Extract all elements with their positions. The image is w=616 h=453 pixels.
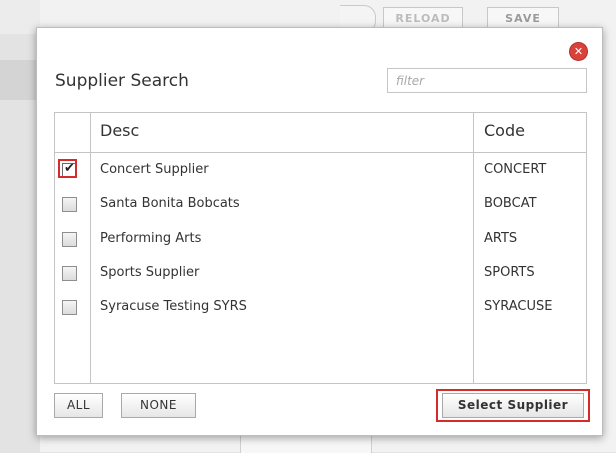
cell-code: BOBCAT (484, 196, 537, 211)
column-header-desc[interactable]: Desc (100, 121, 139, 140)
row-checkbox[interactable] (62, 300, 77, 315)
select-none-button[interactable]: NONE (121, 393, 196, 418)
table-row[interactable]: Syracuse Testing SYRS SYRACUSE (55, 290, 586, 325)
close-icon[interactable]: ✕ (570, 43, 587, 60)
column-header-code[interactable]: Code (484, 121, 525, 140)
table-row[interactable]: Performing Arts ARTS (55, 222, 586, 257)
cell-desc: Concert Supplier (100, 162, 209, 177)
checkbox-highlight (58, 159, 77, 178)
supplier-table: Desc Code ✔ Concert Supplier CONCERT San… (54, 112, 587, 384)
row-checkbox[interactable] (62, 232, 77, 247)
cell-code: ARTS (484, 231, 518, 246)
row-checkbox[interactable] (62, 266, 77, 281)
cell-desc: Performing Arts (100, 231, 202, 246)
cell-desc: Santa Bonita Bobcats (100, 196, 240, 211)
cell-desc: Sports Supplier (100, 265, 200, 280)
cell-code: SYRACUSE (484, 299, 553, 314)
filter-input[interactable] (387, 68, 587, 93)
cell-desc: Syracuse Testing SYRS (100, 299, 247, 314)
background-tab (0, 60, 40, 100)
select-supplier-button[interactable]: Select Supplier (442, 393, 584, 418)
table-row[interactable]: Sports Supplier SPORTS (55, 256, 586, 291)
table-row[interactable]: Santa Bonita Bobcats BOBCAT (55, 187, 586, 222)
table-row[interactable]: ✔ Concert Supplier CONCERT (55, 153, 586, 188)
cell-code: CONCERT (484, 162, 547, 177)
select-all-button[interactable]: ALL (54, 393, 103, 418)
cell-code: SPORTS (484, 265, 535, 280)
dialog-title: Supplier Search (55, 71, 189, 91)
row-checkbox[interactable] (62, 197, 77, 212)
